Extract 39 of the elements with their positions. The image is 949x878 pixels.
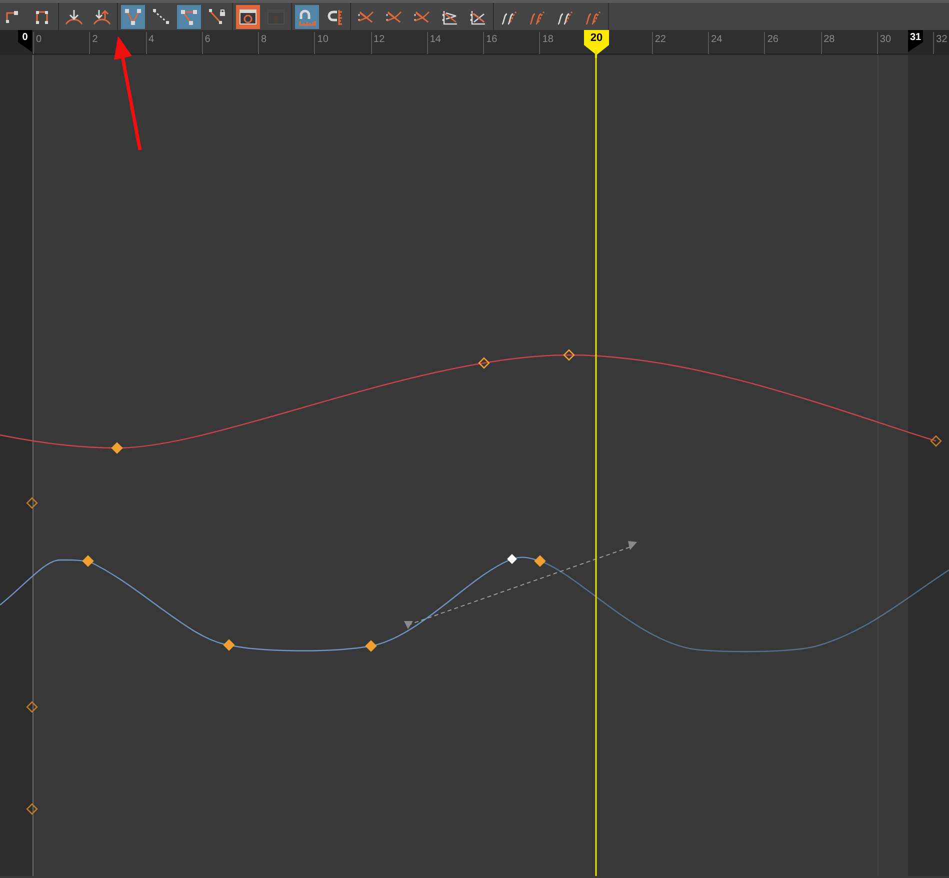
ruler-label: 28: [820, 32, 835, 54]
ruler-label: 22: [652, 32, 666, 54]
ruler-label: 24: [708, 32, 722, 54]
keyframe-marker[interactable]: [26, 497, 38, 509]
ruler-label: 32: [933, 32, 948, 54]
keyframe-marker[interactable]: [223, 639, 235, 651]
keyframe-marker[interactable]: [82, 555, 94, 567]
toolbar-button[interactable]: [295, 4, 319, 28]
ruler-label: 26: [764, 32, 778, 54]
ruler-label: 2: [89, 32, 98, 54]
keyframe-marker[interactable]: [365, 640, 377, 652]
toolbar-button[interactable]: [121, 4, 145, 28]
ruler-label: 10: [314, 32, 328, 54]
keyframe-marker[interactable]: [26, 803, 38, 815]
keyframe-marker[interactable]: [930, 435, 942, 447]
keyframe-marker[interactable]: [478, 357, 490, 369]
toolbar-button[interactable]: [236, 4, 260, 28]
keyframe-marker[interactable]: [111, 442, 123, 454]
ruler-label: 18: [539, 32, 554, 54]
selected-keyframe-marker[interactable]: [507, 554, 517, 564]
time-ruler[interactable]: 0 0 2 4 6 8 10 12 14 16 18 20 22 24 26 28 30 31 32: [0, 30, 949, 55]
ruler-label: 30: [876, 32, 892, 54]
window-icon: [238, 6, 258, 26]
current-time-marker[interactable]: 20: [584, 30, 609, 55]
ruler-label: 8: [258, 32, 267, 54]
ruler-label: 4: [146, 32, 154, 54]
toolbar-button[interactable]: [177, 4, 201, 28]
keyframe-marker[interactable]: [534, 555, 546, 567]
ruler-label: 6: [202, 32, 210, 54]
ruler-label: 12: [370, 32, 385, 54]
ruler-label: 14: [426, 32, 441, 54]
keyframe-marker[interactable]: [26, 701, 38, 713]
keyframe-marker[interactable]: [563, 349, 575, 361]
broken-tangent-icon: [123, 6, 143, 26]
ruler-label: 0: [33, 32, 42, 54]
tangent-handle[interactable]: [404, 541, 637, 629]
locked-tangent-icon: [207, 6, 227, 26]
unified-tangent-icon: [151, 6, 171, 26]
ruler-label: 16: [483, 32, 498, 54]
